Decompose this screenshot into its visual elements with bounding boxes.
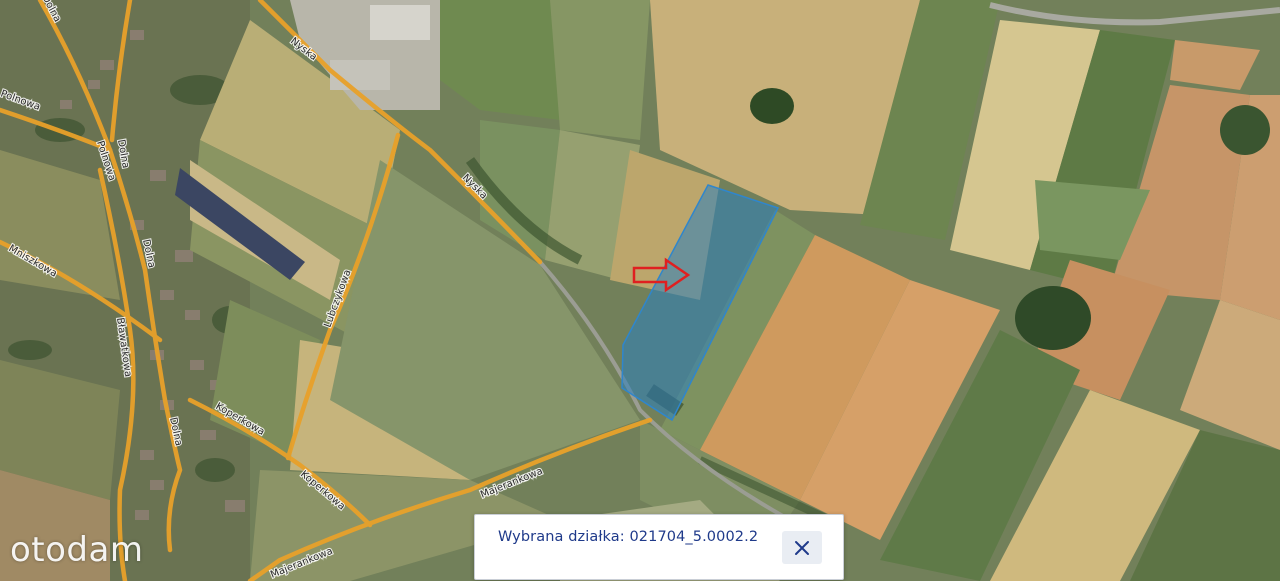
- field: [550, 0, 650, 140]
- tree-clump: [750, 88, 794, 124]
- satellite-map[interactable]: Nyska Nyska Dolna Dolna Dolna Dolna Poln…: [0, 0, 1280, 581]
- close-button[interactable]: [782, 531, 822, 564]
- selected-parcel-popup: Wybrana działka: 021704_5.0002.2: [474, 514, 844, 580]
- tree-clump: [1220, 105, 1270, 155]
- close-x-icon: [795, 540, 809, 555]
- selected-parcel-label: Wybrana działka: 021704_5.0002.2: [498, 529, 759, 545]
- otodom-watermark: otodam: [10, 530, 144, 570]
- building: [370, 5, 430, 40]
- tree-clump: [1015, 286, 1091, 350]
